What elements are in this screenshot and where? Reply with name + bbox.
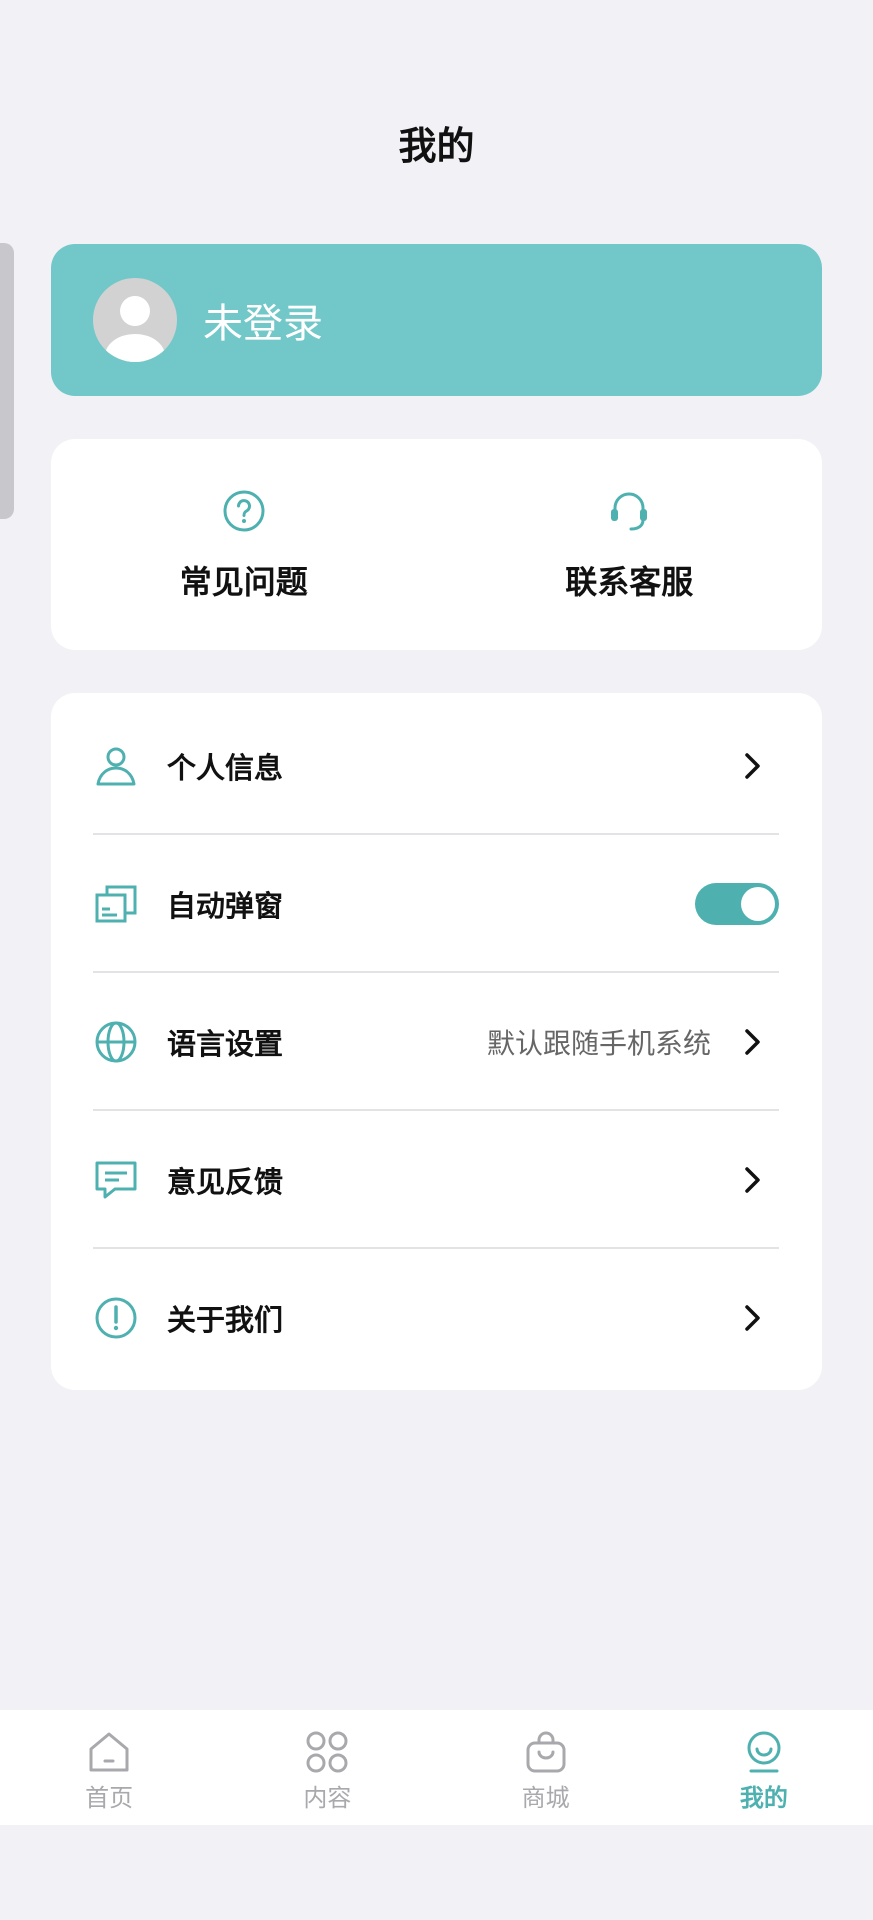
headset-icon <box>611 492 648 531</box>
tab-content-label: 内容 <box>303 1784 352 1812</box>
customer-service-label: 联系客服 <box>565 563 694 601</box>
bottom-tab-bar: 首页 内容 商城 我的 <box>0 1710 873 1825</box>
default-avatar-icon <box>105 296 165 362</box>
quick-actions-card: 常见问题 联系客服 <box>51 439 822 650</box>
login-card[interactable]: 未登录 <box>51 244 822 396</box>
tab-shop[interactable]: 商城 <box>437 1710 655 1825</box>
popup-window-icon <box>95 885 137 923</box>
tab-mine[interactable]: 我的 <box>655 1710 873 1825</box>
login-status-text: 未登录 <box>203 301 323 347</box>
home-icon <box>89 1732 129 1772</box>
question-circle-icon <box>223 490 265 532</box>
edge-handle[interactable] <box>0 243 14 519</box>
grid-icon <box>306 1731 348 1773</box>
shopping-bag-icon <box>526 1731 566 1773</box>
chevron-right-icon <box>745 1305 760 1331</box>
faq-button[interactable]: 常见问题 <box>51 439 437 650</box>
auto-popup-toggle[interactable] <box>695 883 779 925</box>
feedback-message-icon <box>95 1161 137 1199</box>
avatar <box>93 278 177 362</box>
page-title: 我的 <box>398 124 475 168</box>
feedback-label: 意见反馈 <box>167 1165 284 1199</box>
chevron-right-icon <box>745 1167 760 1193</box>
settings-row-feedback[interactable]: 意见反馈 <box>93 1111 779 1249</box>
settings-card: 个人信息 自动弹窗 语言设置 默认跟随手机系统 意见反馈 关于我们 <box>51 693 822 1390</box>
settings-row-personal-info[interactable]: 个人信息 <box>93 697 779 835</box>
chevron-right-icon <box>745 753 760 779</box>
exclamation-circle-icon <box>95 1297 137 1339</box>
tab-home-label: 首页 <box>85 1784 134 1812</box>
settings-row-auto-popup: 自动弹窗 <box>93 835 779 973</box>
globe-icon <box>95 1021 137 1063</box>
faq-label: 常见问题 <box>179 563 308 601</box>
toggle-knob <box>741 887 775 921</box>
auto-popup-label: 自动弹窗 <box>167 889 284 923</box>
personal-info-label: 个人信息 <box>167 751 284 785</box>
chevron-right-icon <box>745 1029 760 1055</box>
tab-mine-label: 我的 <box>739 1784 788 1812</box>
customer-service-button[interactable]: 联系客服 <box>437 439 823 650</box>
tab-content[interactable]: 内容 <box>218 1710 436 1825</box>
profile-face-icon <box>747 1731 781 1773</box>
user-icon <box>96 747 136 786</box>
language-value: 默认跟随手机系统 <box>486 1027 711 1060</box>
settings-row-about[interactable]: 关于我们 <box>93 1249 779 1387</box>
about-label: 关于我们 <box>167 1303 284 1337</box>
settings-row-language[interactable]: 语言设置 默认跟随手机系统 <box>93 973 779 1111</box>
tab-home[interactable]: 首页 <box>0 1710 218 1825</box>
tab-shop-label: 商城 <box>521 1784 570 1812</box>
language-label: 语言设置 <box>167 1027 284 1061</box>
